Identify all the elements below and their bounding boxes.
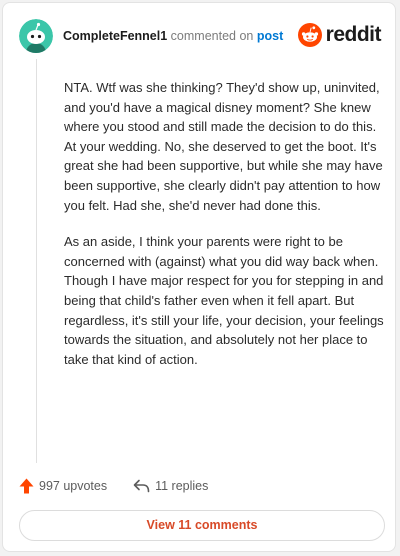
comment-footer: 997 upvotes 11 replies: [19, 476, 208, 496]
reddit-brand[interactable]: reddit: [297, 23, 382, 47]
upvote-count: 997 upvotes: [39, 479, 108, 493]
action-text: commented on: [170, 29, 254, 43]
reddit-logo-icon: [297, 23, 322, 47]
reply-arrow-icon: [133, 479, 150, 493]
username[interactable]: CompleteFennel1: [63, 29, 167, 43]
snoo-avatar-icon: [19, 19, 53, 53]
comment-body: NTA. Wtf was she thinking? They'd show u…: [64, 78, 384, 386]
thread-line: [36, 59, 37, 463]
upvote-button[interactable]: 997 upvotes: [19, 478, 107, 494]
comment-card: CompleteFennel1 commented on post reddit…: [2, 2, 396, 552]
avatar[interactable]: [19, 19, 53, 53]
replies-button[interactable]: 11 replies: [133, 479, 208, 493]
brand-wordmark: reddit: [325, 23, 382, 46]
comment-meta: CompleteFennel1 commented on post: [63, 29, 283, 43]
upvote-arrow-icon: [19, 478, 34, 494]
comment-paragraph: As an aside, I think your parents were r…: [64, 234, 384, 367]
view-comments-button[interactable]: View 11 comments: [19, 510, 385, 541]
reply-count: 11 replies: [155, 479, 209, 493]
comment-header: CompleteFennel1 commented on post reddit: [19, 19, 382, 53]
post-link[interactable]: post: [257, 29, 283, 43]
comment-paragraph: NTA. Wtf was she thinking? They'd show u…: [64, 80, 383, 213]
